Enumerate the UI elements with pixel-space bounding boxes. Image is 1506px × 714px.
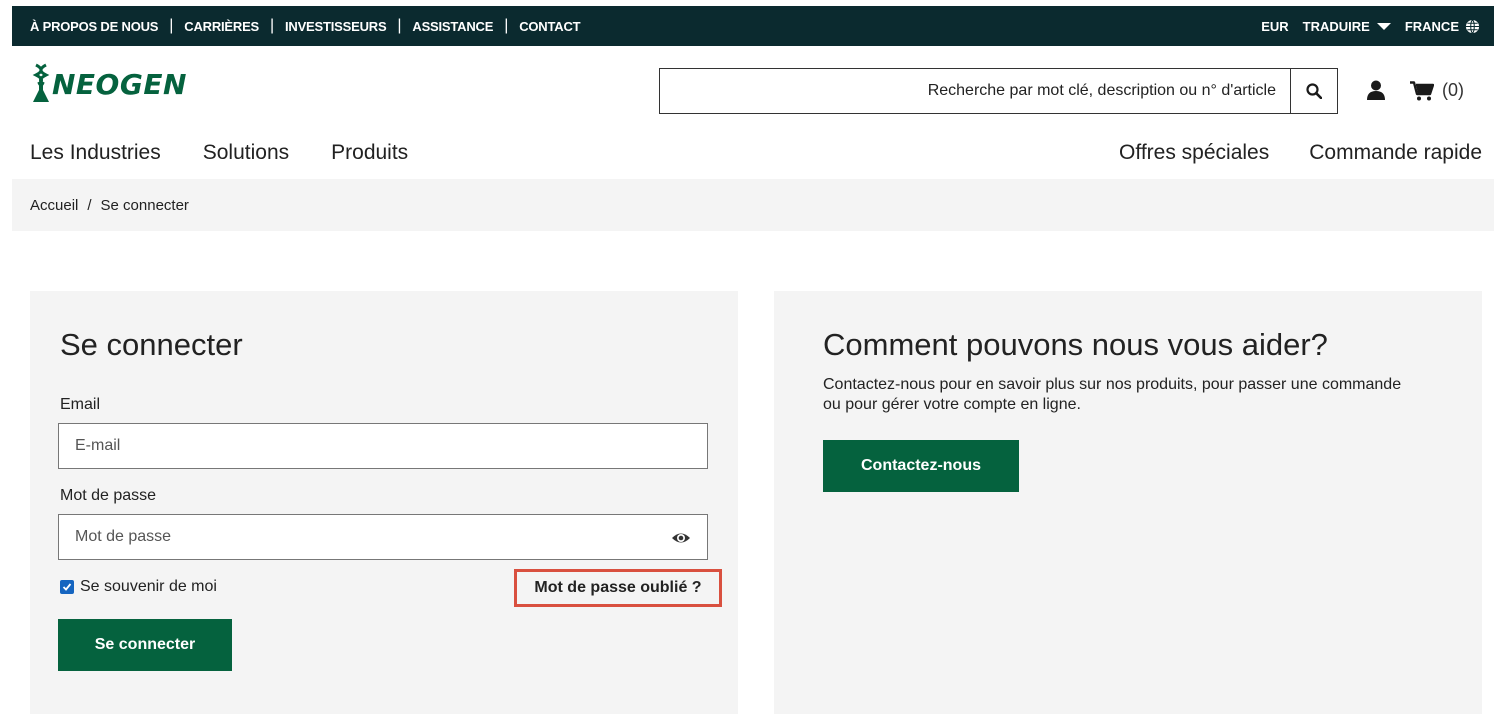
forgot-password-link[interactable]: Mot de passe oublié ? [514, 569, 722, 607]
contact-us-label: Contactez-nous [861, 457, 981, 474]
email-label: Email [60, 396, 101, 413]
nav-quick-order[interactable]: Commande rapide [1309, 141, 1482, 165]
link-contact[interactable]: CONTACT [519, 19, 580, 34]
link-about[interactable]: À PROPOS DE NOUS [30, 19, 158, 34]
breadcrumb-separator: / [87, 196, 92, 214]
cart-icon [1410, 80, 1434, 100]
nav-products[interactable]: Produits [331, 141, 408, 165]
logo-wordmark: NEOGEN [52, 68, 187, 101]
nav-solutions[interactable]: Solutions [203, 141, 289, 165]
divider: | [397, 17, 402, 34]
password-field[interactable]: Mot de passe [58, 514, 708, 560]
top-utility-bar: À PROPOS DE NOUS | CARRIÈRES | INVESTISS… [12, 6, 1494, 46]
country-label: FRANCE [1404, 18, 1459, 34]
help-text: Contactez-nous pour en savoir plus sur n… [823, 376, 1402, 413]
utility-links: À PROPOS DE NOUS | CARRIÈRES | INVESTISS… [30, 6, 581, 46]
password-placeholder: Mot de passe [75, 528, 172, 545]
search-button[interactable] [1290, 68, 1338, 114]
main-nav: Les Industries Solutions Produits [30, 141, 450, 165]
login-button-label: Se connecter [94, 636, 196, 653]
utility-settings: EUR TRADUIRE FRANCE [1247, 6, 1480, 46]
user-icon [1367, 80, 1385, 100]
link-investors[interactable]: INVESTISSEURS [285, 19, 387, 34]
cart-count: (0) [1442, 80, 1464, 100]
contact-us-button[interactable]: Contactez-nous [823, 440, 1019, 492]
login-panel: Se connecter Email E-mail Mot de passe M… [30, 291, 738, 714]
divider: | [169, 17, 174, 34]
divider: | [270, 17, 274, 34]
translate-dropdown[interactable]: TRADUIRE [1303, 19, 1391, 34]
search-icon [1305, 83, 1322, 99]
email-placeholder: E-mail [75, 437, 121, 454]
search-input[interactable]: Recherche par mot clé, description ou n°… [659, 68, 1291, 114]
help-panel: Comment pouvons nous vous aider? Contact… [774, 291, 1482, 714]
secondary-nav: Offres spéciales Commande rapide [1079, 141, 1482, 165]
currency-selector[interactable]: EUR [1261, 19, 1288, 34]
remember-me[interactable]: Se souvenir de moi [60, 578, 217, 596]
country-selector[interactable]: FRANCE [1405, 19, 1480, 34]
breadcrumb-current: Se connecter [100, 196, 189, 214]
login-button[interactable]: Se connecter [58, 619, 232, 671]
nav-industries[interactable]: Les Industries [30, 141, 161, 165]
globe-icon [1465, 19, 1480, 33]
forgot-password-label: Mot de passe oublié ? [534, 579, 702, 596]
caret-down-icon [1376, 22, 1391, 30]
cart-button[interactable]: (0) [1410, 80, 1464, 101]
link-careers[interactable]: CARRIÈRES [184, 19, 259, 34]
link-support[interactable]: ASSISTANCE [412, 19, 493, 34]
password-label: Mot de passe [60, 487, 157, 504]
divider: | [504, 17, 509, 34]
breadcrumb: Accueil / Se connecter [12, 179, 1494, 231]
breadcrumb-home[interactable]: Accueil [30, 197, 78, 214]
neogen-logo[interactable]: NEOGEN [32, 62, 232, 106]
login-title: Se connecter [60, 327, 243, 362]
translate-label: TRADUIRE [1302, 18, 1370, 34]
email-field[interactable]: E-mail [58, 423, 708, 469]
eye-icon[interactable] [671, 528, 691, 548]
account-button[interactable] [1366, 80, 1386, 105]
search-placeholder: Recherche par mot clé, description ou n°… [927, 82, 1276, 99]
help-title: Comment pouvons nous vous aider? [823, 327, 1328, 362]
check-icon [62, 583, 72, 591]
nav-special-offers[interactable]: Offres spéciales [1119, 141, 1269, 165]
remember-label: Se souvenir de moi [80, 578, 217, 595]
remember-checkbox[interactable] [60, 580, 74, 594]
